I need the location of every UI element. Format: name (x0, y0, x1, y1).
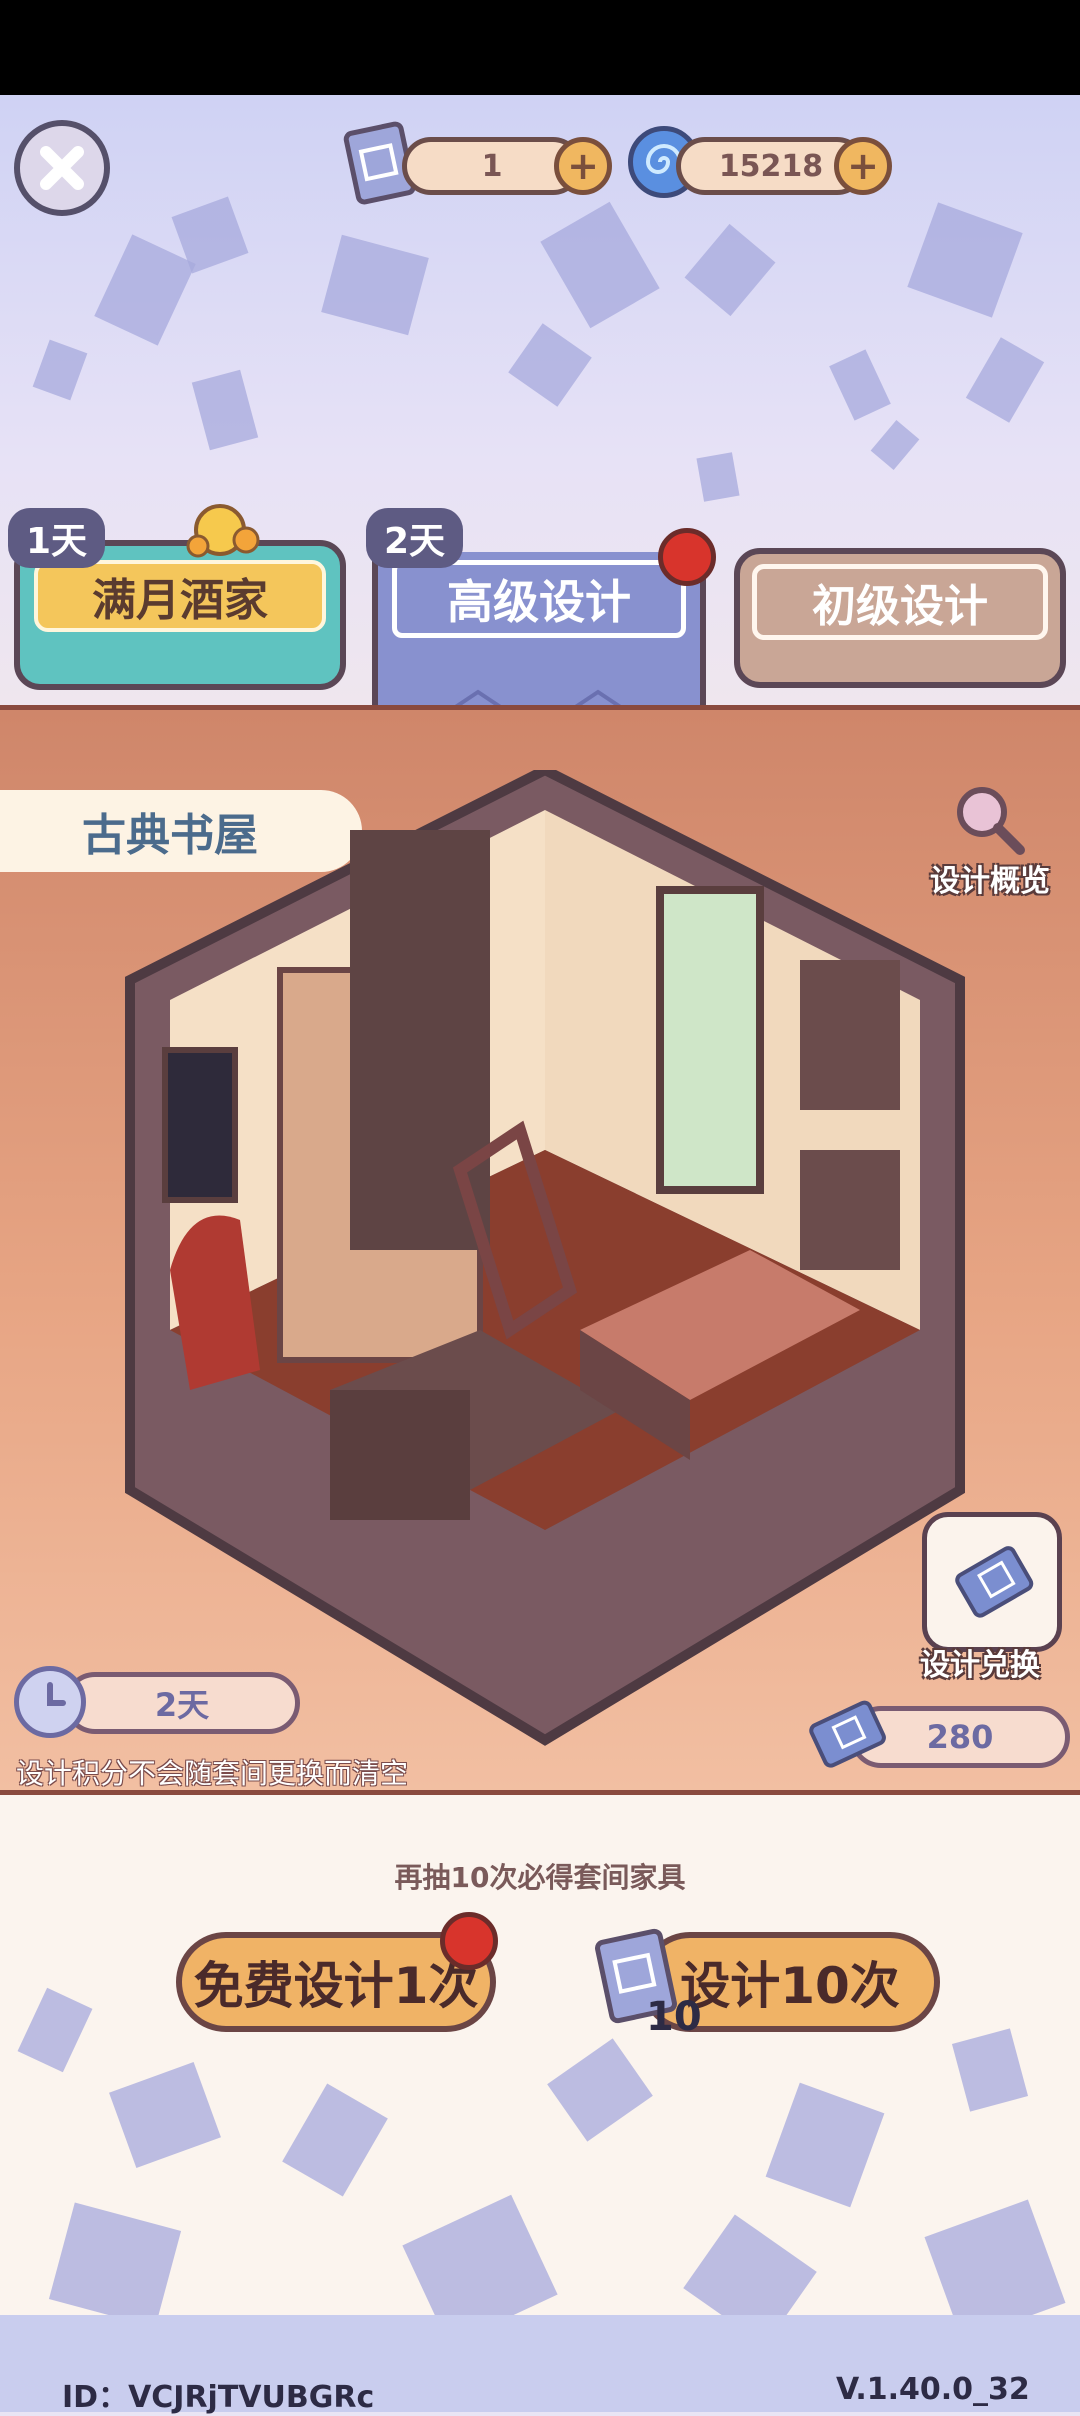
tab-moon-timer-badge: 1天 (8, 508, 106, 568)
close-button[interactable] (14, 120, 110, 216)
tab-advanced-label: 高级设计 (392, 560, 686, 638)
free-design-label: 免费设计1次 (193, 1957, 479, 2015)
blueprint-count: 1 (481, 148, 503, 184)
close-icon (40, 146, 84, 190)
design-ticket-icon (800, 1690, 896, 1780)
tab-advanced-notification-dot (658, 528, 716, 586)
add-blueprint-button[interactable]: + (554, 137, 612, 195)
tab-basic-design[interactable]: 初级设计 (734, 548, 1066, 688)
room-illustration (125, 770, 965, 1746)
design-overview-label[interactable]: 设计概览 (930, 856, 1050, 900)
room-timer: 2天 (64, 1672, 300, 1734)
version-label: V.1.40.0_32 (836, 2372, 1030, 2407)
points-notice: 设计积分不会随套间更换而清空 (16, 1757, 409, 1790)
design-ten-cost: 10 (646, 1994, 702, 2040)
design-points-value: 280 (926, 1718, 994, 1756)
gem-count: 15218 (718, 148, 824, 184)
design-exchange-button[interactable] (922, 1512, 1062, 1652)
free-design-notification-dot (440, 1912, 498, 1970)
status-bar (0, 0, 1080, 95)
clock-icon (14, 1666, 86, 1738)
tab-advanced-timer-badge: 2天 (366, 508, 464, 568)
ticket-icon (955, 1546, 1034, 1618)
plus-icon: + (847, 144, 879, 188)
design-ten-label: 设计10次 (680, 1957, 900, 2015)
add-gem-button[interactable]: + (834, 137, 892, 195)
room-timer-value: 2天 (154, 1686, 210, 1724)
design-exchange-label[interactable]: 设计兑换 (920, 1640, 1040, 1684)
guarantee-text: 再抽10次必得套间家具 (394, 1861, 686, 1894)
coin-bouquet-icon (180, 498, 270, 568)
magnifier-icon[interactable] (950, 780, 1030, 860)
tab-basic-label: 初级设计 (752, 564, 1048, 640)
player-id: ID：VCJRjTVUBGRc (62, 2380, 375, 2415)
plus-icon: + (567, 144, 599, 188)
tab-moon-label: 满月酒家 (34, 560, 326, 632)
